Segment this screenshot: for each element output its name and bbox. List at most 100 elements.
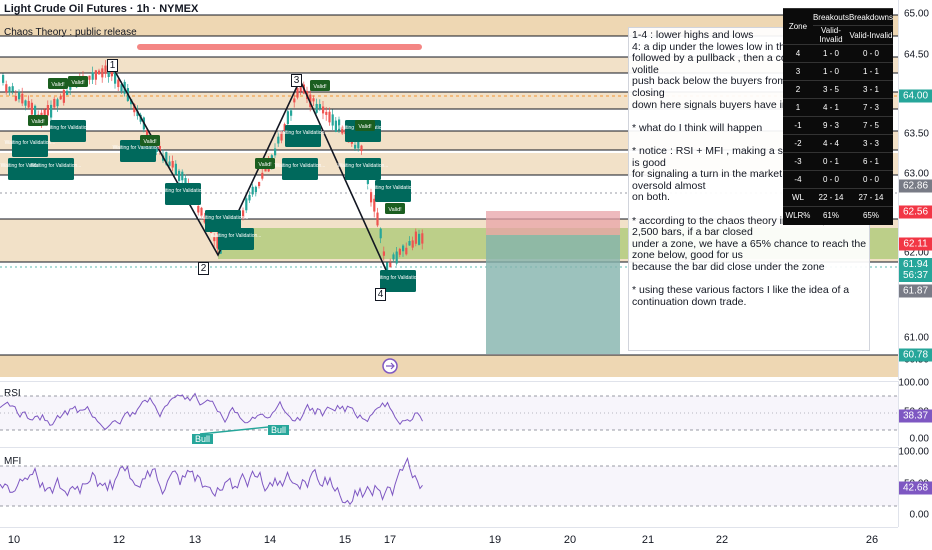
- candle-body: [392, 254, 395, 260]
- price-label-value: 61.87: [902, 285, 929, 297]
- table-cell-zone: -1: [783, 116, 813, 135]
- price-label-value: 62.86: [902, 180, 929, 192]
- waiting-signal-badge[interactable]: Waiting for Validation...: [278, 125, 329, 147]
- time-label: 19: [488, 534, 502, 546]
- waiting-signal-badge[interactable]: Waiting for Validation...: [338, 158, 389, 180]
- candle-body: [261, 172, 264, 179]
- table-cell-breakouts: 0 - 1: [812, 152, 849, 171]
- candle-body: [34, 105, 37, 117]
- table-cell-breakdowns: 3 - 1: [848, 80, 893, 99]
- indicator-name[interactable]: Chaos Theory : public release: [4, 27, 137, 38]
- tradingview-chart-window: Waiting for Validation... Valid! Valid! Val…: [0, 0, 932, 550]
- mfi-canvas[interactable]: [0, 448, 898, 528]
- valid-signal-badge[interactable]: Valid!: [310, 80, 330, 91]
- badge-label: Waiting for Validation...: [338, 163, 389, 169]
- table-cell-breakdowns: 65%: [848, 206, 893, 225]
- table-cell-breakdowns: 27 - 14: [848, 188, 893, 207]
- candle-body: [322, 106, 325, 114]
- candle-body: [11, 86, 14, 92]
- waiting-signal-badge[interactable]: Waiting for Validation...: [211, 228, 262, 250]
- badge-label: Valid!: [313, 84, 327, 90]
- table-cell-zone: 3: [783, 62, 813, 81]
- candle-body: [178, 170, 181, 181]
- candle-body: [14, 95, 17, 101]
- candle-body: [251, 186, 254, 195]
- table-row: 14 - 17 - 3: [783, 98, 893, 117]
- pattern-point-3: 3: [291, 74, 302, 87]
- price-label-value: 62.11: [903, 238, 928, 250]
- table-header-breakdowns: Breakdowns: [848, 8, 893, 26]
- mfi-label[interactable]: MFI: [4, 456, 21, 467]
- mfi-pane[interactable]: MFI: [0, 447, 898, 527]
- candle-body: [2, 74, 5, 83]
- candle-body: [402, 245, 405, 252]
- time-label: 15: [338, 534, 352, 546]
- candle-body: [174, 163, 177, 175]
- table-cell-breakdowns: 7 - 3: [848, 98, 893, 117]
- table-cell-zone: 4: [783, 44, 813, 63]
- time-label: 20: [563, 534, 577, 546]
- symbol-title[interactable]: Light Crude Oil Futures · 1h · NYMEX: [4, 3, 198, 15]
- waiting-signal-badge[interactable]: Waiting for Validation...: [31, 158, 82, 180]
- price-pane[interactable]: Waiting for Validation... Valid! Valid! Val…: [0, 0, 898, 380]
- rsi-label[interactable]: RSI: [4, 388, 21, 399]
- valid-signal-badge[interactable]: Valid!: [255, 158, 275, 169]
- candle-body: [318, 104, 321, 109]
- rsi-tick: 0.00: [909, 433, 929, 445]
- table-row: 31 - 01 - 1: [783, 62, 893, 81]
- note-line: 2,500 bars, if a bar closed: [632, 226, 753, 239]
- table-row: WLR% 61% 65%: [783, 206, 893, 225]
- price-tick: 63.50: [903, 128, 929, 140]
- valid-signal-badge[interactable]: Valid!: [355, 120, 375, 131]
- table-cell-breakouts: 3 - 5: [812, 80, 849, 99]
- candle-body: [56, 99, 59, 107]
- waiting-signal-badge[interactable]: Waiting for Validation...: [275, 158, 326, 180]
- waiting-signal-badge[interactable]: Waiting for Validation...: [158, 183, 209, 205]
- candle-body: [398, 248, 401, 255]
- table-cell-breakouts: 22 - 14: [812, 188, 849, 207]
- price-label: 61.94 56:37: [899, 258, 932, 282]
- mfi-value-label: 42.68: [899, 481, 932, 495]
- table-cell-zone: WL: [783, 188, 813, 207]
- candle-body: [66, 90, 69, 95]
- waiting-signal-badge[interactable]: Waiting for Validation...: [43, 120, 94, 142]
- price-label-value: 60.78: [902, 349, 929, 361]
- price-label-value: 62.56: [902, 206, 929, 218]
- target-area: [486, 235, 620, 354]
- candle-body: [379, 228, 382, 239]
- badge-label: Valid!: [71, 80, 85, 86]
- table-cell-breakouts: 1 - 0: [812, 44, 849, 63]
- candle-body: [315, 103, 318, 113]
- mfi-tick: 100.00: [898, 446, 929, 458]
- candle-body: [5, 84, 8, 93]
- candle-body: [331, 114, 334, 126]
- time-label: 26: [865, 534, 879, 546]
- candle-body: [395, 251, 398, 264]
- time-label: 21: [641, 534, 655, 546]
- table-cell-breakouts: 4 - 1: [812, 98, 849, 117]
- price-label-value: 64.00: [902, 90, 929, 102]
- table-header-breakouts: Breakouts: [812, 8, 849, 26]
- candle-body: [389, 262, 392, 268]
- candle-body: [405, 247, 408, 255]
- valid-signal-badge[interactable]: Valid!: [68, 76, 88, 87]
- candle-body: [27, 100, 30, 108]
- waiting-signal-badge[interactable]: Waiting for Validation...: [5, 135, 56, 157]
- valid-signal-badge[interactable]: Valid!: [385, 203, 405, 214]
- candle-body: [414, 231, 417, 244]
- candle-body: [91, 72, 94, 80]
- rsi-pane[interactable]: RSI Bull Bull: [0, 381, 898, 446]
- candle-body: [312, 98, 315, 102]
- valid-signal-badge[interactable]: Valid!: [48, 78, 68, 89]
- time-axis[interactable]: 10 12 13 14 15 17 19 20 21 22 26: [0, 527, 898, 550]
- valid-signal-badge[interactable]: Valid!: [140, 135, 160, 146]
- candle-body: [290, 110, 293, 116]
- price-label: 62.56: [899, 205, 932, 219]
- waiting-signal-badge[interactable]: Waiting for Validation...: [368, 180, 419, 202]
- table-header-zone: Zone: [783, 8, 813, 45]
- rsi-canvas[interactable]: [0, 382, 898, 447]
- candle-body: [168, 161, 171, 166]
- badge-label: Valid!: [258, 162, 272, 168]
- candle-body: [8, 86, 11, 93]
- candle-body: [171, 161, 174, 168]
